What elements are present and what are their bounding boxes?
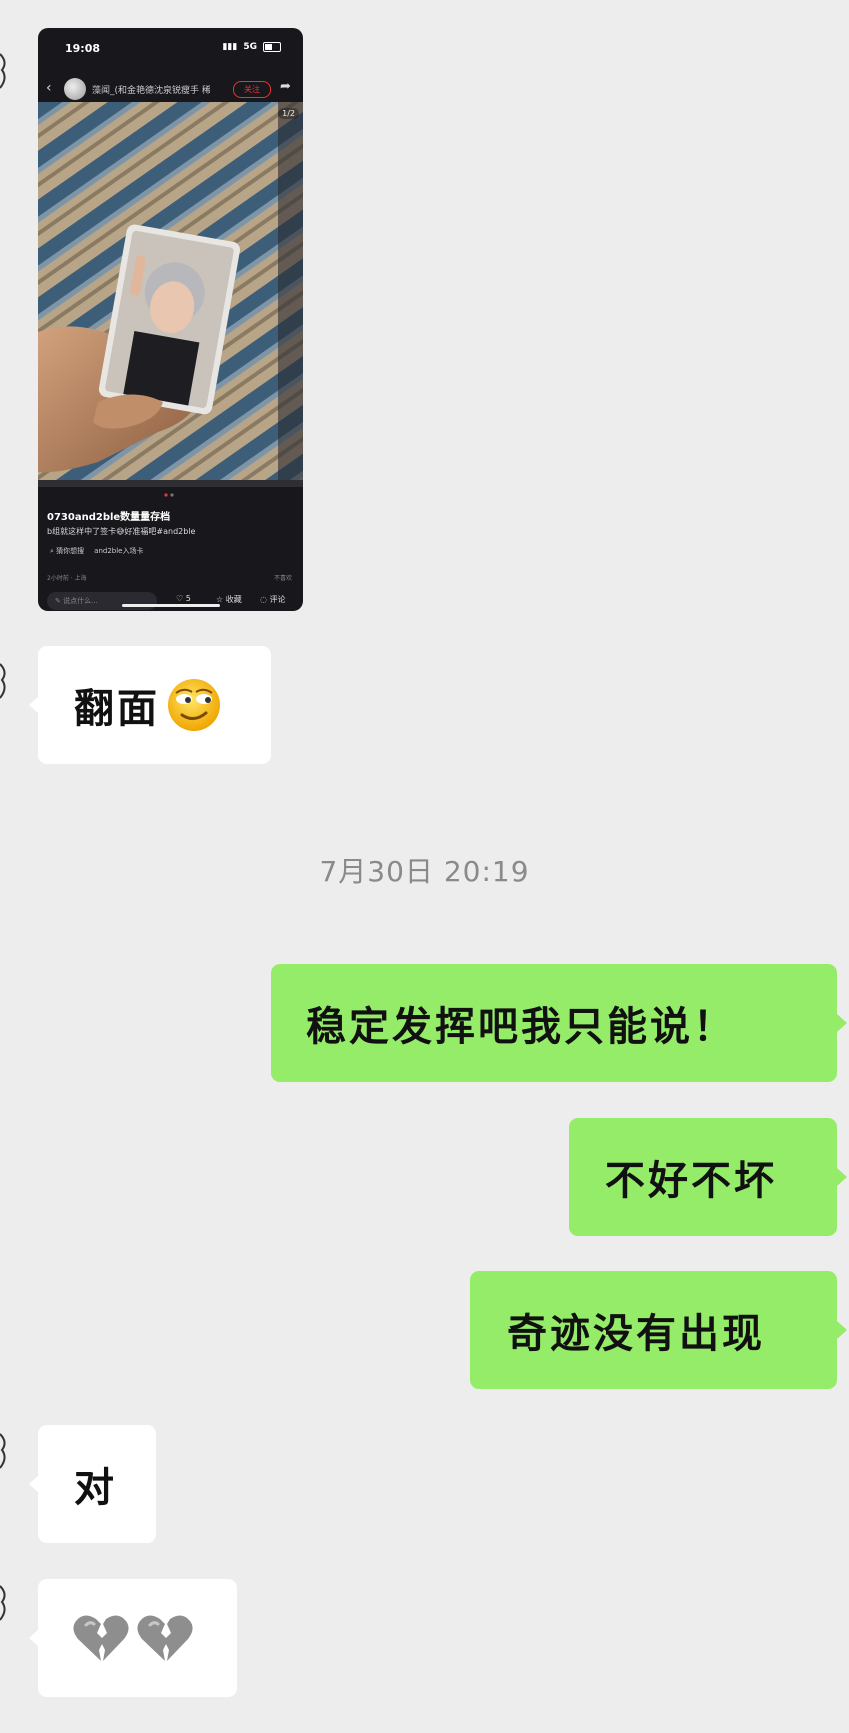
contact-avatar-edge[interactable] (0, 50, 10, 92)
contact-avatar-edge[interactable] (0, 1582, 10, 1624)
status-bar: 19:08 ▮▮▮ 5G (38, 28, 303, 68)
share-icon: ➦ (280, 79, 291, 94)
avatar-edge-icon (0, 53, 6, 89)
avatar-edge-icon (0, 663, 6, 699)
author-avatar (64, 78, 86, 100)
heart-outline-icon: ♡ (176, 594, 184, 603)
photocard-photo-icon (38, 102, 303, 487)
broken-heart-icon (137, 1615, 193, 1661)
search-tag: ⌕ 猜你想搜 (50, 547, 85, 555)
message-bubble-outgoing[interactable]: 不好不坏 (569, 1118, 847, 1236)
post-title: 0730and2ble数量量存档 (47, 512, 171, 523)
follow-button: 关注 (233, 81, 271, 98)
message-bubble-outgoing[interactable]: 稳定发挥吧我只能说！ (271, 964, 847, 1082)
image-counter: 1/2 (278, 108, 299, 119)
star-icon: ☆ (216, 595, 224, 604)
author-name: 藻闻_(和金艳德沈泉锐瘦手 稀... (92, 86, 210, 96)
carousel-dots-icon (164, 493, 174, 497)
battery-icon (263, 42, 281, 52)
home-indicator (122, 604, 220, 607)
comment-icon: ◌ (260, 595, 267, 604)
avatar-edge-icon (0, 1585, 6, 1621)
contact-avatar-edge[interactable] (0, 1430, 10, 1472)
signal-icon: ▮▮▮ (222, 42, 238, 52)
message-bubble-incoming[interactable] (29, 1579, 237, 1697)
back-icon: ‹ (46, 80, 52, 96)
message-text: 不好不坏 (605, 1158, 777, 1204)
message-text: 稳定发挥吧我只能说！ (306, 1004, 736, 1050)
comment-input: ✎ 说点什么... (47, 592, 157, 610)
message-text: 奇迹没有出现 (507, 1311, 765, 1357)
broken-heart-icon (73, 1615, 129, 1661)
topic-tag: and2ble入场卡 (94, 547, 144, 555)
like-count: ♡ 5 (176, 594, 191, 603)
message-bubble-incoming[interactable]: 对 (29, 1425, 156, 1543)
chat-timestamp: 7月30日 20:19 (319, 855, 530, 888)
message-text: 对 (74, 1465, 117, 1511)
collect-action: ☆ 收藏 (216, 595, 242, 604)
smirk-face-emoji-icon (168, 679, 220, 731)
image-message-phone-screenshot[interactable]: 19:08 ▮▮▮ 5G ‹ 藻闻_(和金艳德沈泉锐瘦手 稀... 关注 ➦ 1… (38, 28, 303, 611)
post-action-bar: ✎ 说点什么... ♡ 5 ☆ 收藏 ◌ 评论 (38, 590, 303, 611)
post-time: 2小时前 · 上海 (47, 575, 87, 582)
status-time: 19:08 (65, 42, 101, 55)
avatar-edge-icon (0, 1433, 6, 1469)
report-link: 不喜欢 (273, 575, 292, 582)
post-description: b组就这样中了签卡😅好准福吧#and2ble (47, 527, 196, 536)
message-bubble-outgoing[interactable]: 奇迹没有出现 (470, 1271, 847, 1389)
post-tags: ⌕ 猜你想搜 and2ble入场卡 (50, 546, 143, 556)
network-label: 5G (243, 42, 257, 52)
message-bubble-incoming[interactable]: 翻面 (29, 646, 271, 764)
message-text: 翻面 (74, 686, 160, 732)
status-indicators: ▮▮▮ 5G (222, 42, 281, 52)
comment-action: ◌ 评论 (260, 595, 286, 604)
contact-avatar-edge[interactable] (0, 660, 10, 702)
post-photo: 1/2 (38, 102, 303, 487)
post-meta: 2小时前 · 上海 不喜欢 (47, 573, 292, 582)
